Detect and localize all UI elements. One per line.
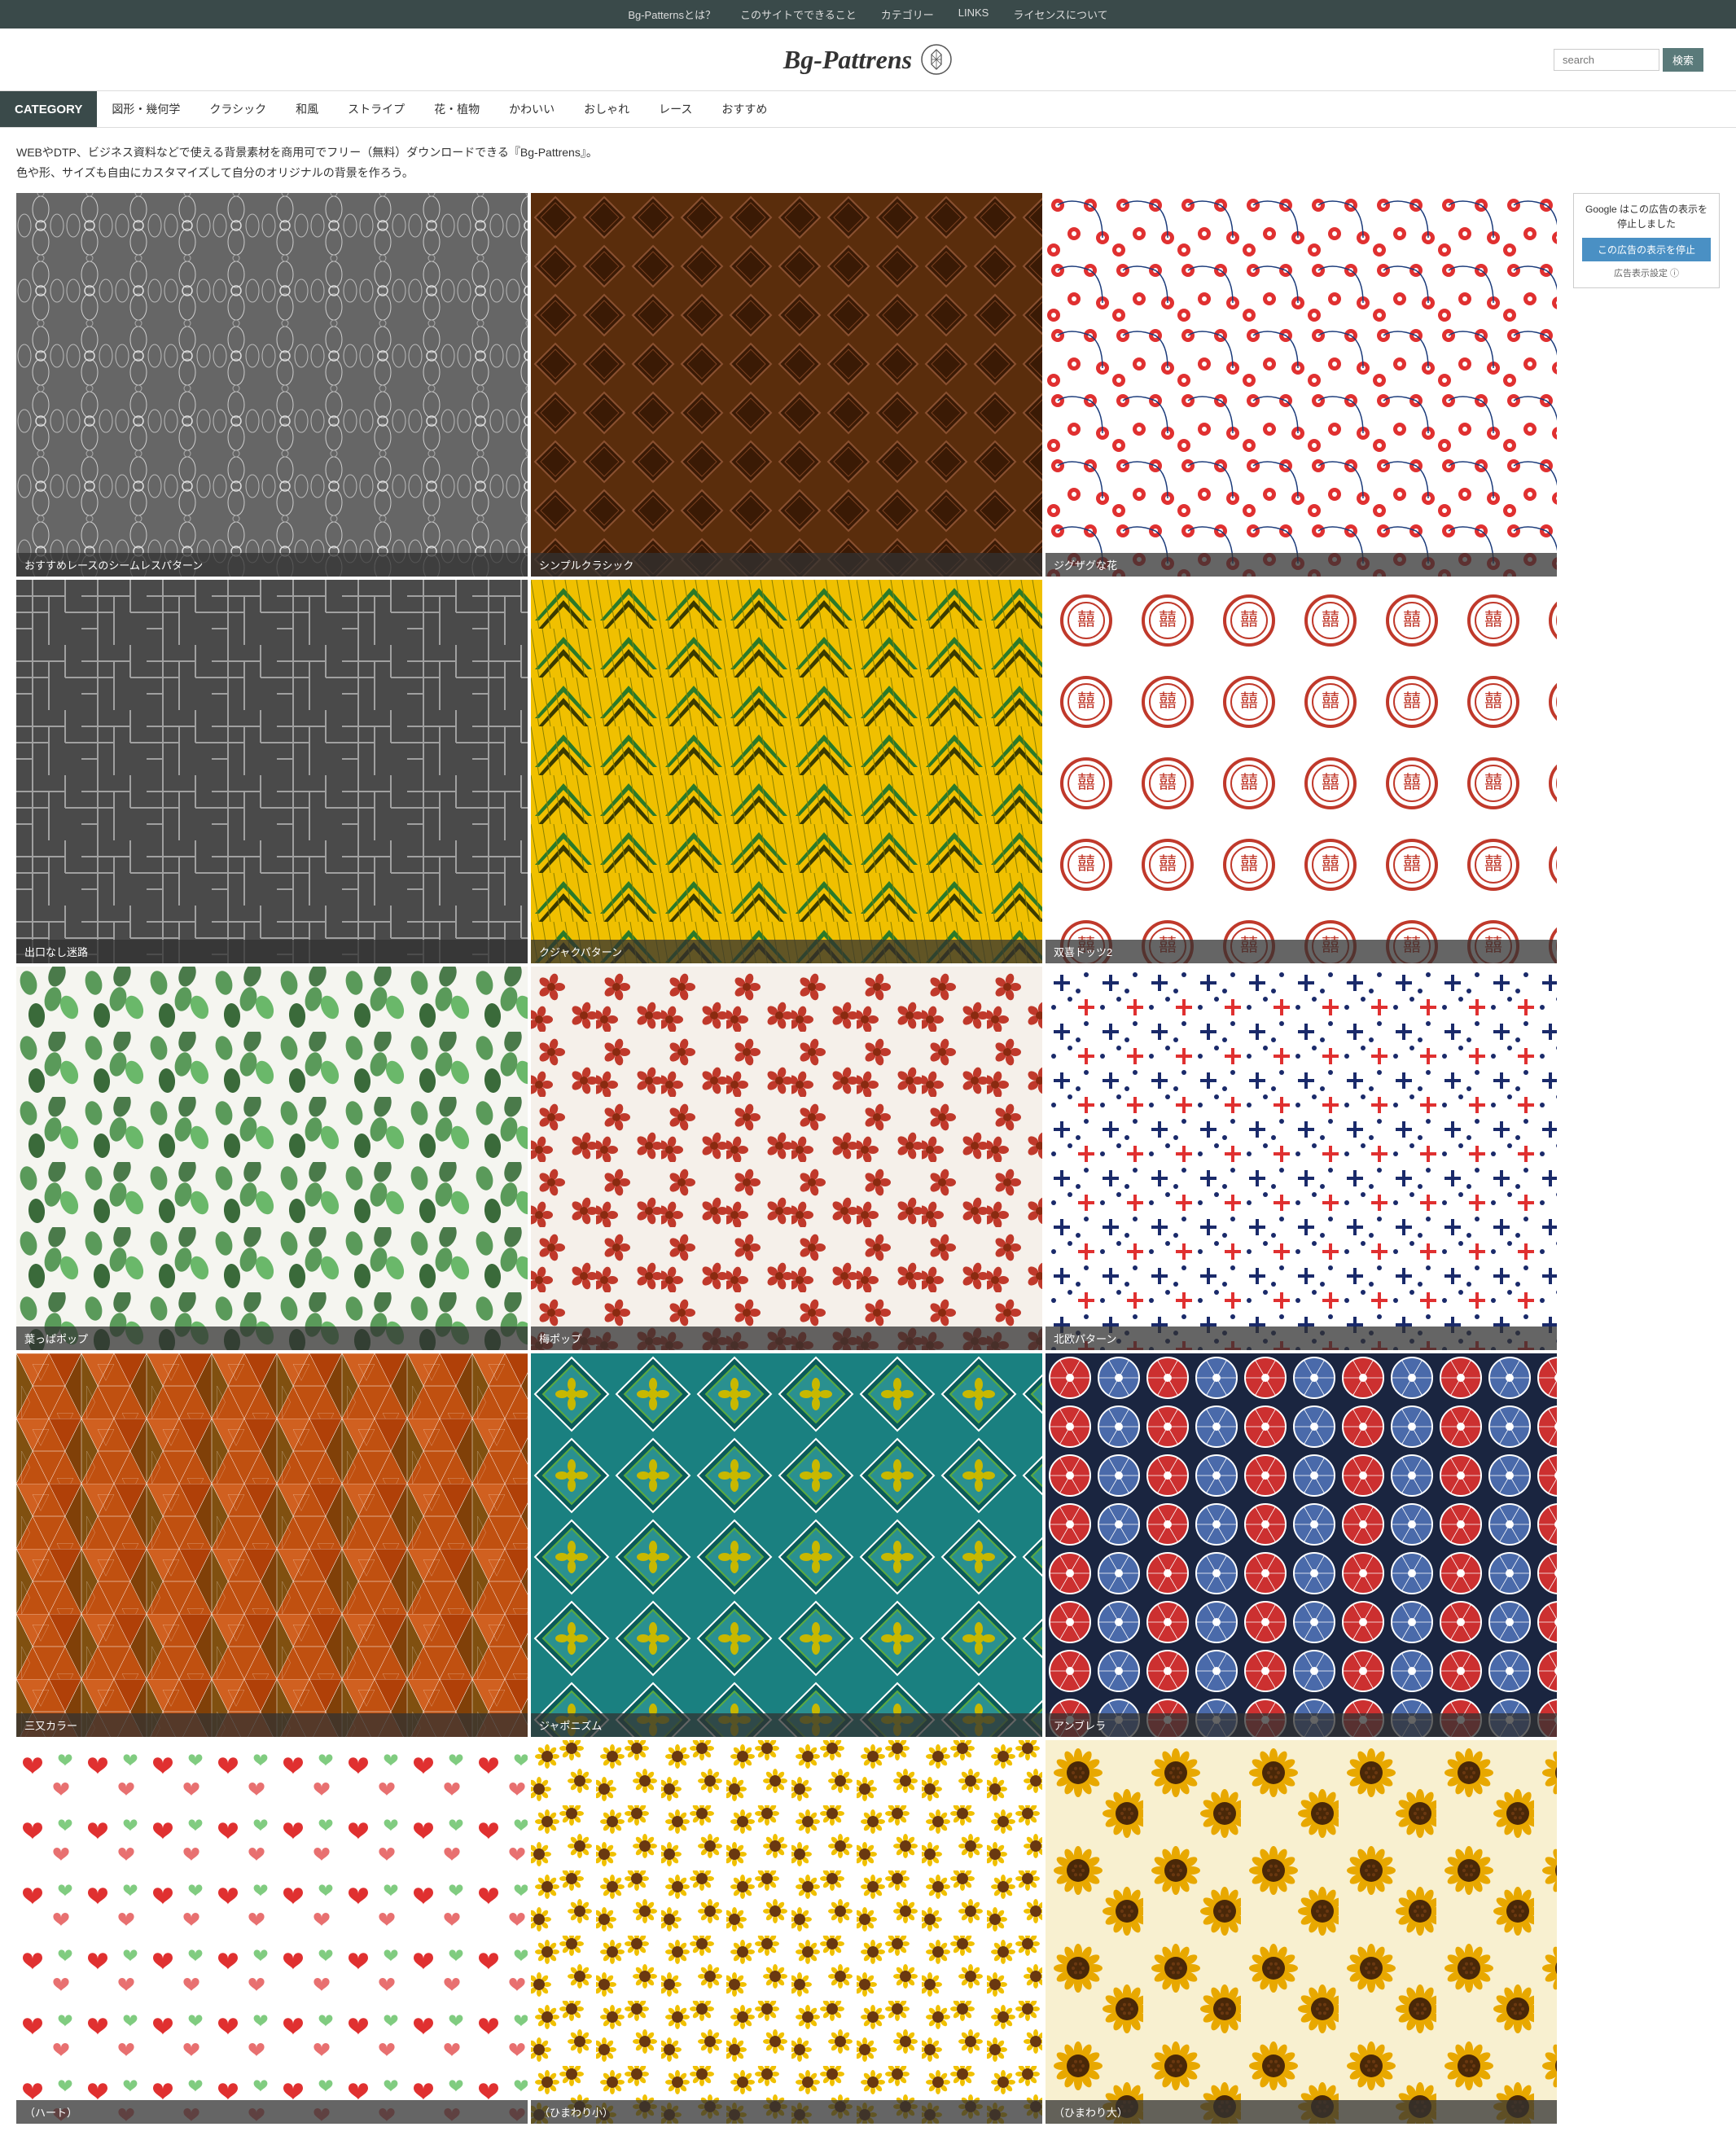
topnav-item-features[interactable]: このサイトでできること <box>740 7 857 22</box>
description-line1: WEBやDTP、ビジネス資料などで使える背景素材を商用可でフリー（無料）ダウンロ… <box>16 143 1720 163</box>
catnav-item-おすすめ[interactable]: おすすめ <box>707 91 782 127</box>
topnav-item-categories[interactable]: カテゴリー <box>881 7 934 22</box>
pattern-label-p6: 双喜ドッツ2 <box>1046 940 1557 963</box>
catnav-item-花・植物[interactable]: 花・植物 <box>419 91 494 127</box>
catnav-item-図形・幾何学[interactable]: 図形・幾何学 <box>97 91 195 127</box>
pattern-visual-p3 <box>1046 193 1557 577</box>
pattern-visual-p4 <box>16 580 528 963</box>
pattern-label-p14: （ひまわり小） <box>531 2100 1042 2124</box>
search-button[interactable]: 検索 <box>1663 48 1703 72</box>
pattern-item-p4[interactable]: 出口なし迷路 <box>16 580 528 963</box>
search-area: 検索 <box>1554 48 1703 72</box>
pattern-visual-p14 <box>531 1740 1042 2124</box>
pattern-item-p13[interactable]: （ハート） <box>16 1740 528 2124</box>
ad-box: Google はこの広告の表示を停止しました この広告の表示を停止 広告表示設定… <box>1573 193 1720 288</box>
sidebar: Google はこの広告の表示を停止しました この広告の表示を停止 広告表示設定… <box>1573 193 1720 2124</box>
pattern-visual-p6: 囍 <box>1046 580 1557 963</box>
pattern-label-p15: （ひまわり大） <box>1046 2100 1557 2124</box>
pattern-visual-p10 <box>16 1353 528 1737</box>
pattern-item-p7[interactable]: 葉っぱポップ <box>16 967 528 1350</box>
ad-message: Google はこの広告の表示を停止しました <box>1582 202 1711 231</box>
pattern-item-p15[interactable]: （ひまわり大） <box>1046 1740 1557 2124</box>
pattern-label-p3: ジグザグな花 <box>1046 553 1557 577</box>
topnav-item-license[interactable]: ライセンスについて <box>1013 7 1107 22</box>
pattern-grid: おすすめレースのシームレスパターンシンプルクラシックジグザグな花出口なし迷路クジ… <box>16 193 1557 2124</box>
catnav-item-和風[interactable]: 和風 <box>281 91 333 127</box>
ad-stop-button[interactable]: この広告の表示を停止 <box>1582 238 1711 261</box>
pattern-label-p5: クジャクパターン <box>531 940 1042 963</box>
pattern-label-p2: シンプルクラシック <box>531 553 1042 577</box>
catnav-item-かわいい[interactable]: かわいい <box>494 91 569 127</box>
pattern-visual-p11 <box>531 1353 1042 1737</box>
pattern-label-p4: 出口なし迷路 <box>16 940 528 963</box>
logo-icon <box>920 43 953 76</box>
pattern-label-p1: おすすめレースのシームレスパターン <box>16 553 528 577</box>
pattern-item-p8[interactable]: 梅ポップ <box>531 967 1042 1350</box>
pattern-visual-p1 <box>16 193 528 577</box>
topnav-item-about[interactable]: Bg-Patternsとは？ <box>628 7 716 22</box>
pattern-label-p7: 葉っぱポップ <box>16 1327 528 1350</box>
pattern-item-p11[interactable]: ジャポニズム <box>531 1353 1042 1737</box>
pattern-item-p3[interactable]: ジグザグな花 <box>1046 193 1557 577</box>
category-navigation: CATEGORY図形・幾何学クラシック和風ストライプ花・植物かわいいおしゃれレー… <box>0 90 1736 128</box>
pattern-item-p5[interactable]: クジャクパターン <box>531 580 1042 963</box>
pattern-visual-p5 <box>531 580 1042 963</box>
pattern-item-p2[interactable]: シンプルクラシック <box>531 193 1042 577</box>
pattern-item-p6[interactable]: 囍双喜ドッツ2 <box>1046 580 1557 963</box>
pattern-item-p10[interactable]: 三又カラー <box>16 1353 528 1737</box>
pattern-label-p11: ジャポニズム <box>531 1713 1042 1737</box>
topnav-item-links[interactable]: LINKS <box>958 7 989 22</box>
pattern-visual-p15 <box>1046 1740 1557 2124</box>
pattern-visual-p13 <box>16 1740 528 2124</box>
pattern-label-p10: 三又カラー <box>16 1713 528 1737</box>
pattern-visual-p9 <box>1046 967 1557 1350</box>
pattern-item-p12[interactable]: アンブレラ <box>1046 1353 1557 1737</box>
pattern-visual-p2 <box>531 193 1042 577</box>
pattern-item-p14[interactable]: （ひまわり小） <box>531 1740 1042 2124</box>
catnav-item-おしゃれ[interactable]: おしゃれ <box>569 91 644 127</box>
pattern-visual-p7 <box>16 967 528 1350</box>
pattern-label-p12: アンブレラ <box>1046 1713 1557 1737</box>
logo-text: Bg-Pattrens <box>783 45 912 75</box>
search-input[interactable] <box>1554 49 1659 71</box>
catnav-item-レース[interactable]: レース <box>644 91 707 127</box>
pattern-label-p13: （ハート） <box>16 2100 528 2124</box>
main-content: おすすめレースのシームレスパターンシンプルクラシックジグザグな花出口なし迷路クジ… <box>0 193 1736 2140</box>
description-line2: 色や形、サイズも自由にカスタマイズして自分のオリジナルの背景を作ろう。 <box>16 163 1720 183</box>
top-navigation: Bg-Patternsとは？ このサイトでできること カテゴリー LINKS ライセンス… <box>0 0 1736 29</box>
pattern-visual-p12 <box>1046 1353 1557 1737</box>
pattern-visual-p8 <box>531 967 1042 1350</box>
ad-settings-link[interactable]: 広告表示設定 ⓘ <box>1582 266 1711 279</box>
pattern-item-p9[interactable]: 北欧パターン <box>1046 967 1557 1350</box>
pattern-item-p1[interactable]: おすすめレースのシームレスパターン <box>16 193 528 577</box>
catnav-item-クラシック[interactable]: クラシック <box>195 91 281 127</box>
catnav-item-CATEGORY[interactable]: CATEGORY <box>0 91 97 127</box>
pattern-label-p8: 梅ポップ <box>531 1327 1042 1350</box>
catnav-item-ストライプ[interactable]: ストライプ <box>333 91 419 127</box>
pattern-label-p9: 北欧パターン <box>1046 1327 1557 1350</box>
site-header: Bg-Pattrens 検索 <box>0 29 1736 90</box>
logo-area[interactable]: Bg-Pattrens <box>783 43 953 76</box>
description-area: WEBやDTP、ビジネス資料などで使える背景素材を商用可でフリー（無料）ダウンロ… <box>0 128 1736 193</box>
